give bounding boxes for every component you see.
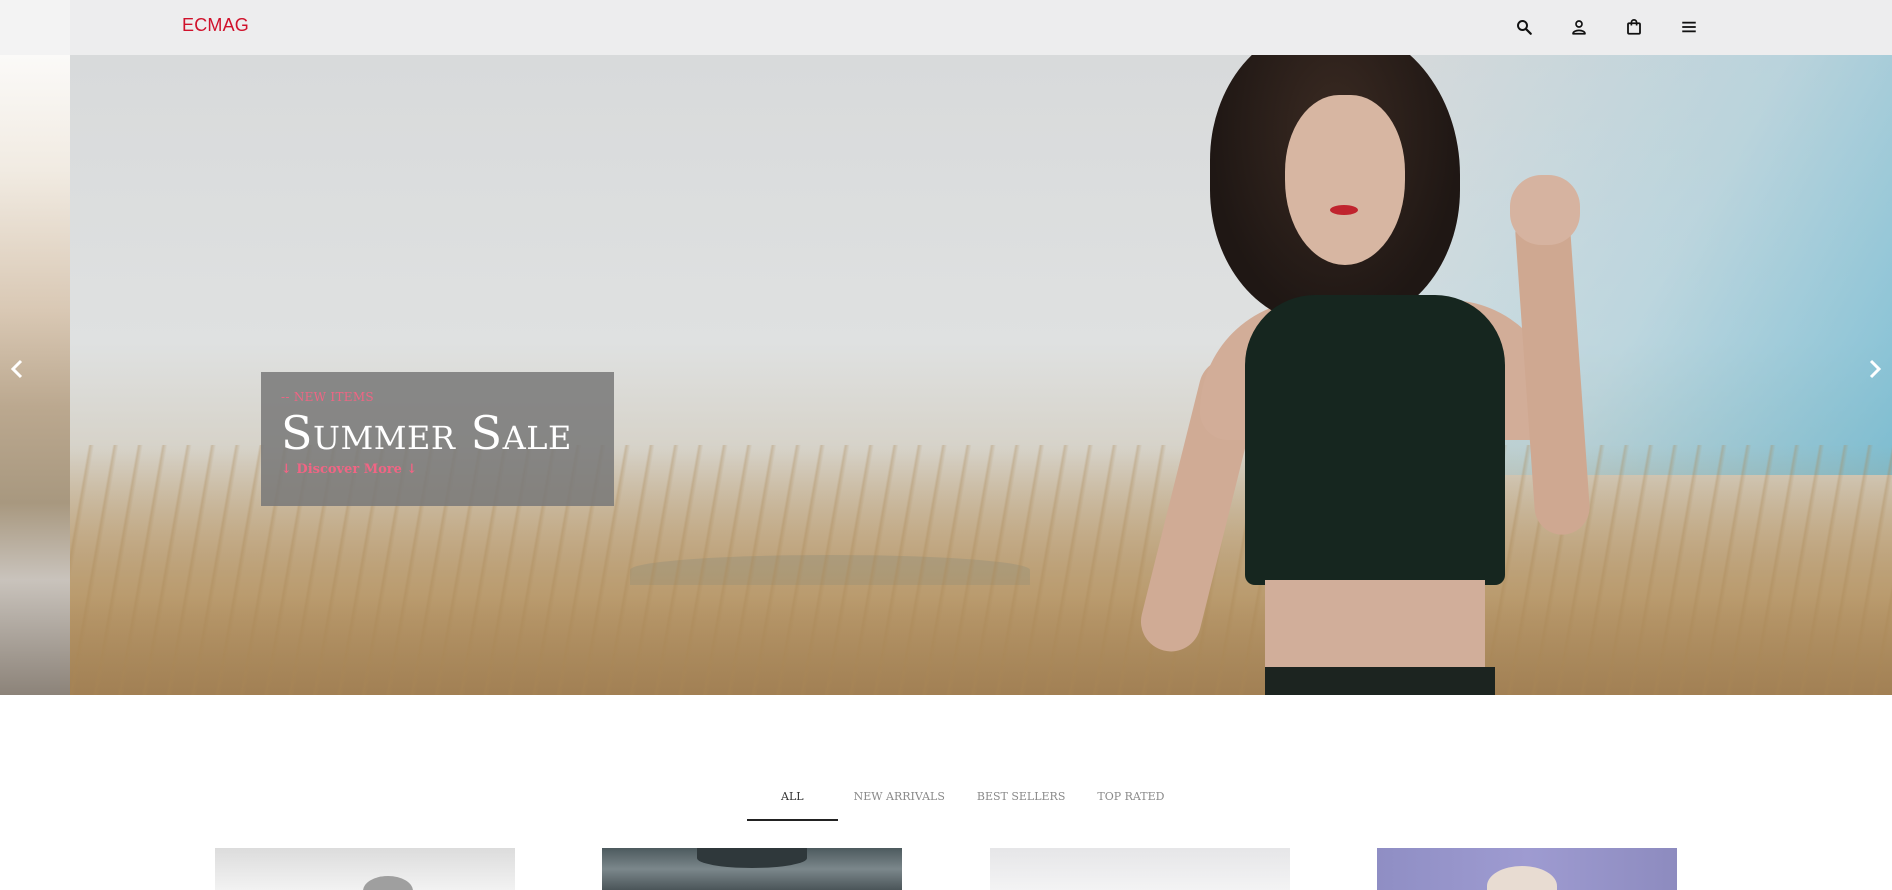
model-face bbox=[1285, 95, 1405, 265]
model-pants bbox=[1265, 667, 1495, 695]
user-icon[interactable] bbox=[1565, 13, 1592, 40]
shopping-bag-icon[interactable] bbox=[1620, 13, 1647, 40]
tab-new-arrivals[interactable]: NEW ARRIVALS bbox=[838, 782, 961, 821]
tab-all[interactable]: ALL bbox=[747, 782, 838, 821]
model-arm-right bbox=[1513, 203, 1592, 537]
chevron-right-icon bbox=[1869, 359, 1882, 379]
search-icon[interactable] bbox=[1510, 13, 1537, 40]
discover-more-link[interactable]: ↓ Discover More ↓ bbox=[281, 462, 417, 477]
product-grid bbox=[0, 848, 1892, 890]
product-card-image[interactable] bbox=[602, 848, 902, 890]
product-card-image[interactable] bbox=[215, 848, 515, 890]
model-hand bbox=[1510, 175, 1580, 245]
header-gutter bbox=[0, 0, 70, 55]
hero-eyebrow: -- NEW ITEMS bbox=[281, 390, 374, 404]
product-photo-detail bbox=[1487, 866, 1557, 890]
model-tank-top bbox=[1245, 295, 1505, 585]
tab-top-rated[interactable]: TOP RATED bbox=[1081, 782, 1180, 821]
menu-icon[interactable] bbox=[1675, 13, 1702, 40]
hero-slider: -- NEW ITEMS Summer Sale ↓ Discover More… bbox=[0, 55, 1892, 695]
chevron-left-icon bbox=[10, 359, 23, 379]
product-card-image[interactable] bbox=[990, 848, 1290, 890]
slider-prev-button[interactable] bbox=[2, 349, 32, 389]
product-photo-detail bbox=[363, 876, 413, 890]
hero-caption: -- NEW ITEMS Summer Sale ↓ Discover More… bbox=[261, 372, 614, 506]
product-card-image[interactable] bbox=[1377, 848, 1677, 890]
slider-next-button[interactable] bbox=[1860, 349, 1890, 389]
site-header: ECMAG bbox=[0, 0, 1892, 55]
tab-best-sellers[interactable]: BEST SELLERS bbox=[961, 782, 1082, 821]
site-logo[interactable]: ECMAG bbox=[182, 15, 249, 36]
model-waist bbox=[1265, 580, 1485, 670]
header-icons bbox=[1510, 13, 1702, 40]
model-lips bbox=[1330, 205, 1358, 215]
model-figure bbox=[1130, 55, 1650, 695]
hero-title: Summer Sale bbox=[281, 406, 572, 460]
product-filter-tabs: ALL NEW ARRIVALS BEST SELLERS TOP RATED bbox=[747, 782, 1180, 821]
product-photo-detail bbox=[697, 848, 807, 868]
